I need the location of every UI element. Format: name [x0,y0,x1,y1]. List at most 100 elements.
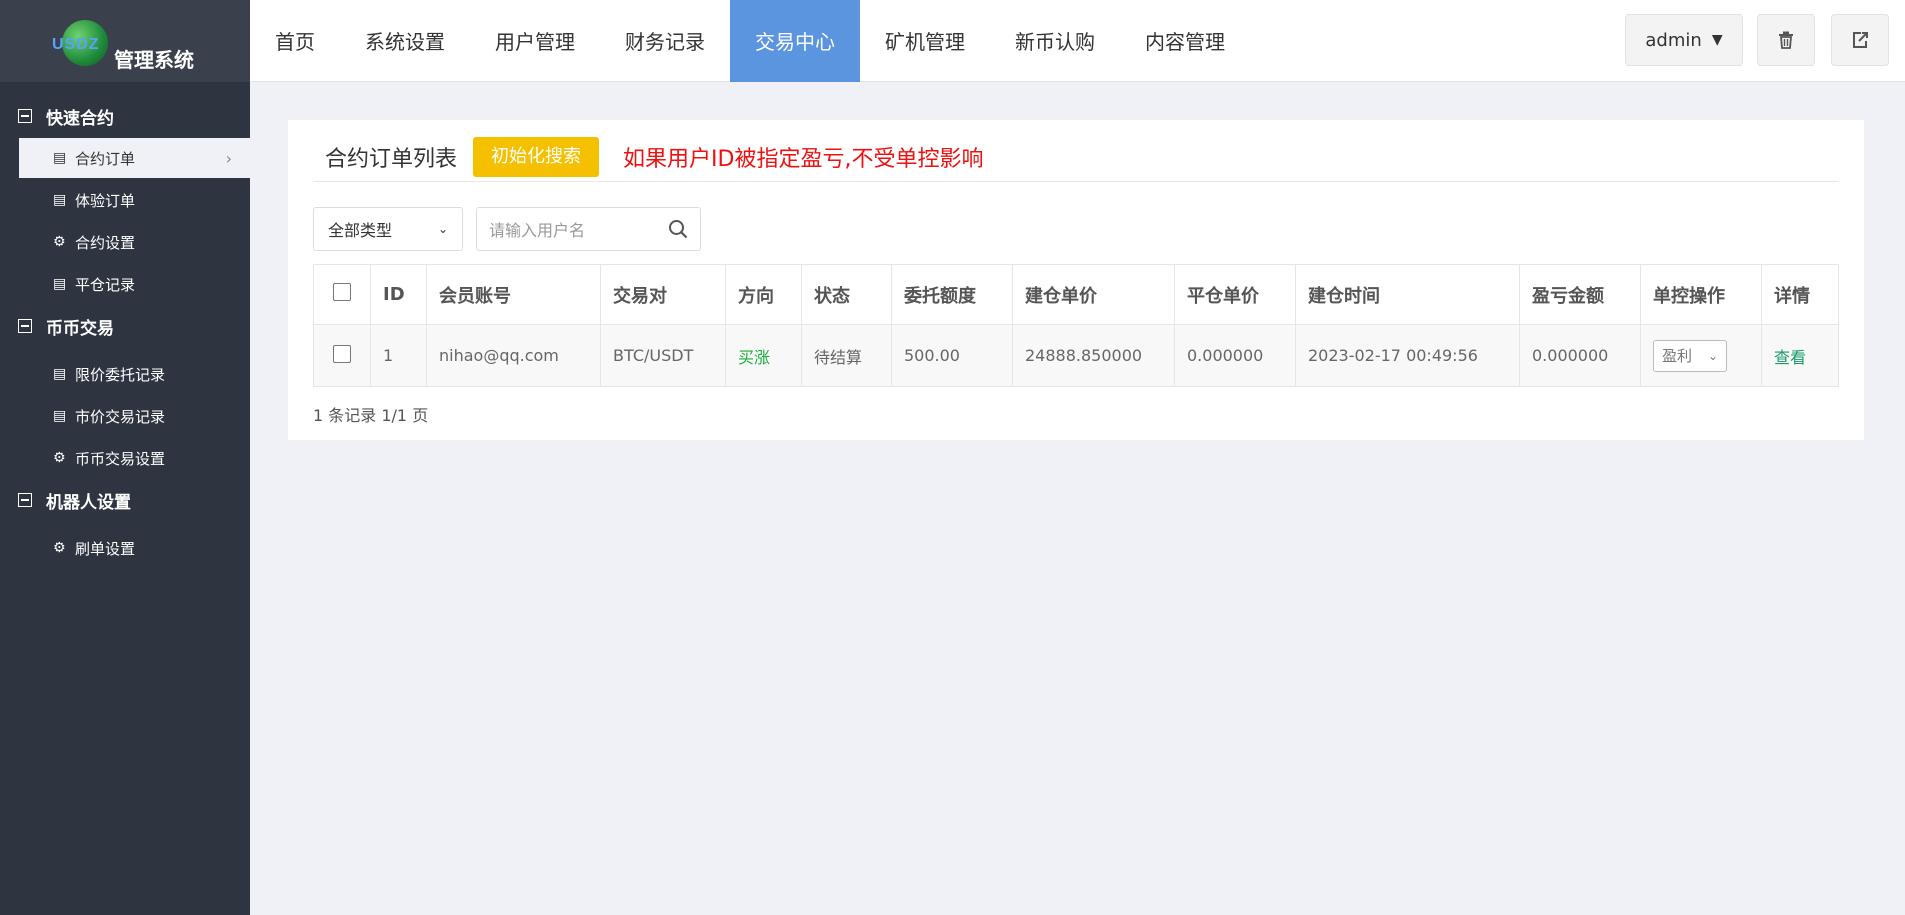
logo: USDZ 管理系统 [0,0,250,82]
sidebar-item-contract-settings[interactable]: ⚙ 合约设置 [19,222,250,262]
sidebar-item-close-records[interactable]: ▤ 平仓记录 [19,264,250,304]
column-header: 会员账号 [426,264,601,325]
cell-detail: 查看 [1761,324,1839,387]
table-header-row: ID 会员账号 交易对 方向 状态 委托额度 建仓单价 平仓单价 建仓时间 盈亏… [313,264,1839,325]
control-select[interactable]: 盈利 ⌄ [1653,339,1727,372]
column-header: 方向 [725,264,802,325]
nav-group-spot: 币币交易 ▤ 限价委托记录 ▤ 市价交易记录 ⚙ 币币交易设置 [0,306,250,478]
tab-system-settings[interactable]: 系统设置 [340,0,470,82]
reset-search-button[interactable]: 初始化搜索 [473,136,600,177]
sidebar-item-label: 刷单设置 [75,539,136,558]
search-icon[interactable] [668,219,688,239]
column-header: 平仓单价 [1174,264,1296,325]
column-header: ID [370,264,427,325]
sidebar-item-label: 体验订单 [75,191,136,210]
logo-title: 管理系统 [114,50,194,72]
chevron-right-icon: › [225,148,232,168]
cell-close-price: 0.000000 [1174,324,1296,387]
row-checkbox[interactable] [333,344,351,363]
group-head-robot[interactable]: 机器人设置 [0,480,250,520]
trash-icon [1779,31,1793,49]
column-header: 交易对 [600,264,726,325]
type-select-value: 全部类型 [328,221,393,240]
group-title: 机器人设置 [46,492,131,513]
sidebar-item-limit-records[interactable]: ▤ 限价委托记录 [19,354,250,394]
gear-icon: ⚙ [53,540,66,556]
collapse-icon [18,319,32,333]
sidebar-item-contract-orders[interactable]: ▤ 合约订单 › [19,138,250,178]
warning-text: 如果用户ID被指定盈亏,不受单控影响 [623,146,984,172]
sidebar-item-spot-settings[interactable]: ⚙ 币币交易设置 [19,438,250,478]
select-all-checkbox[interactable] [333,283,351,301]
cell-status: 待结算 [801,324,892,387]
view-detail-link[interactable]: 查看 [1774,348,1806,367]
tab-new-coin[interactable]: 新币认购 [990,0,1120,82]
table-icon: ▤ [53,192,67,208]
column-header: 委托额度 [891,264,1013,325]
cell-id: 1 [370,324,427,387]
control-select-value: 盈利 [1662,347,1693,365]
table-icon: ▤ [53,276,67,292]
sidebar-item-label: 市价交易记录 [75,407,166,426]
topbar: 首页 系统设置 用户管理 财务记录 交易中心 矿机管理 新币认购 内容管理 ad… [250,0,1905,82]
group-title: 币币交易 [46,318,114,339]
column-header: 状态 [801,264,892,325]
chevron-down-icon: ⌄ [437,222,448,236]
logout-icon [1853,32,1868,48]
column-header: 盈亏金额 [1519,264,1641,325]
cell-control: 盈利 ⌄ [1640,324,1762,387]
gear-icon: ⚙ [53,450,66,466]
cell-amount: 500.00 [891,324,1013,387]
contract-orders-card: 合约订单列表 初始化搜索 如果用户ID被指定盈亏,不受单控影响 全部类型 ⌄ 请… [288,120,1864,440]
gear-icon: ⚙ [53,234,66,250]
cell-account: nihao@qq.com [426,324,601,387]
filters: 全部类型 ⌄ 请输入用户名 [313,207,701,251]
sidebar-item-market-records[interactable]: ▤ 市价交易记录 [19,396,250,436]
cell-open-time: 2023-02-17 00:49:56 [1295,324,1520,387]
sidebar-item-trial-orders[interactable]: ▤ 体验订单 [19,180,250,220]
username: admin [1645,29,1702,51]
sidebar-item-label: 限价委托记录 [75,365,166,384]
group-title: 快速合约 [46,108,114,129]
user-menu[interactable]: admin ▼ [1625,14,1743,66]
tab-miner-management[interactable]: 矿机管理 [860,0,990,82]
logo-badge: USDZ [52,36,100,53]
tab-trading-center[interactable]: 交易中心 [730,0,860,82]
search-input[interactable]: 请输入用户名 [476,207,701,251]
group-head-contract[interactable]: 快速合约 [0,96,250,136]
column-header: 单控操作 [1640,264,1762,325]
chevron-down-icon: ⌄ [1707,348,1718,363]
type-select[interactable]: 全部类型 ⌄ [313,207,463,251]
search-placeholder: 请输入用户名 [489,221,586,240]
select-all-cell [313,264,371,325]
collapse-icon [18,493,32,507]
tab-user-management[interactable]: 用户管理 [470,0,600,82]
sidebar-item-label: 平仓记录 [75,275,136,294]
group-head-spot[interactable]: 币币交易 [0,306,250,346]
card-header: 合约订单列表 初始化搜索 如果用户ID被指定盈亏,不受单控影响 [313,132,1839,182]
sidebar-item-label: 合约设置 [75,233,136,252]
tab-content-management[interactable]: 内容管理 [1120,0,1250,82]
nav-group-robot: 机器人设置 ⚙ 刷单设置 [0,480,250,568]
tab-home[interactable]: 首页 [250,0,340,82]
row-select-cell [313,324,371,387]
column-header: 建仓单价 [1012,264,1175,325]
clear-cache-button[interactable] [1757,14,1815,66]
logout-button[interactable] [1831,14,1889,66]
sidebar-item-label: 币币交易设置 [75,449,166,468]
collapse-icon [18,109,32,123]
table-icon: ▤ [53,150,67,166]
column-header: 建仓时间 [1295,264,1520,325]
tab-finance-records[interactable]: 财务记录 [600,0,730,82]
nav-group-contract: 快速合约 ▤ 合约订单 › ▤ 体验订单 ⚙ 合约设置 ▤ 平仓记录 [0,96,250,304]
pagination-info: 1 条记录 1/1 页 [313,406,429,425]
cell-open-price: 24888.850000 [1012,324,1175,387]
sidebar-item-label: 合约订单 [75,149,136,168]
table-icon: ▤ [53,366,67,382]
cell-pnl: 0.000000 [1519,324,1641,387]
caret-down-icon: ▼ [1711,32,1723,48]
sidebar-item-brush-settings[interactable]: ⚙ 刷单设置 [19,528,250,568]
column-header: 详情 [1761,264,1839,325]
sidebar: USDZ 管理系统 快速合约 ▤ 合约订单 › ▤ 体验订单 ⚙ 合约设置 ▤ 平仓记录… [0,0,250,915]
table-row: 1 nihao@qq.com BTC/USDT 买涨 待结算 500.00 24… [313,324,1839,387]
